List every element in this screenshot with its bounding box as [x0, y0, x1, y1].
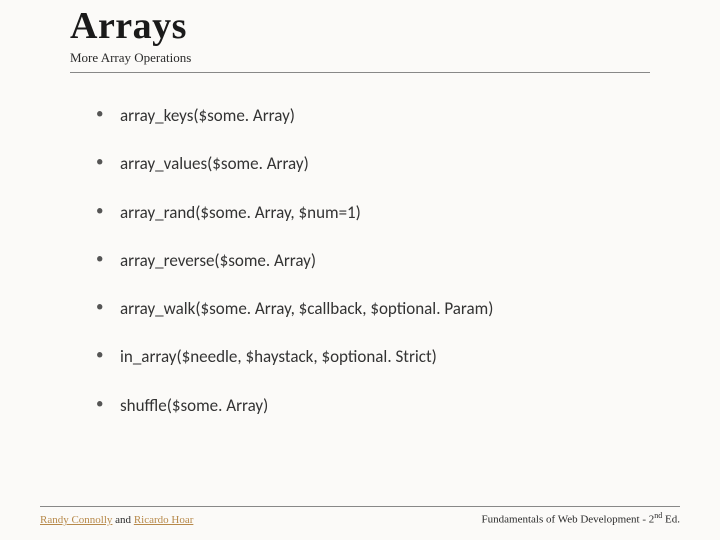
footer-authors: Randy Connolly and Ricardo Hoar	[40, 514, 193, 526]
slide-subtitle: More Array Operations	[70, 50, 650, 66]
list-item-text: array_walk($some. Array, $callback, $opt…	[120, 298, 493, 319]
author-joiner: and	[112, 514, 133, 526]
slide-title: Arrays	[70, 4, 650, 48]
list-item: in_array($needle, $haystack, $optional. …	[96, 346, 650, 367]
author-link-2: Ricardo Hoar	[134, 514, 194, 526]
list-item-text: array_reverse($some. Array)	[120, 250, 316, 271]
bullet-list: array_keys($some. Array) array_values($s…	[96, 105, 650, 416]
list-item: array_keys($some. Array)	[96, 105, 650, 126]
list-item: shuffle($some. Array)	[96, 395, 650, 416]
slide-footer: Randy Connolly and Ricardo Hoar Fundamen…	[0, 506, 720, 526]
list-item: array_values($some. Array)	[96, 153, 650, 174]
footer-divider	[40, 506, 680, 507]
list-item: array_reverse($some. Array)	[96, 250, 650, 271]
slide: Arrays More Array Operations array_keys(…	[0, 0, 720, 540]
footer-book: Fundamentals of Web Development - 2nd Ed…	[482, 511, 680, 526]
list-item-text: in_array($needle, $haystack, $optional. …	[120, 346, 437, 367]
book-suffix: Ed.	[662, 514, 680, 526]
list-item: array_walk($some. Array, $callback, $opt…	[96, 298, 650, 319]
list-item-text: array_keys($some. Array)	[120, 105, 295, 126]
slide-content: array_keys($some. Array) array_values($s…	[0, 73, 720, 416]
list-item: array_rand($some. Array, $num=1)	[96, 202, 650, 223]
slide-header: Arrays More Array Operations	[0, 0, 720, 66]
list-item-text: shuffle($some. Array)	[120, 395, 268, 416]
author-link-1: Randy Connolly	[40, 514, 112, 526]
footer-row: Randy Connolly and Ricardo Hoar Fundamen…	[40, 511, 680, 526]
list-item-text: array_values($some. Array)	[120, 153, 309, 174]
list-item-text: array_rand($some. Array, $num=1)	[120, 202, 361, 223]
book-prefix: Fundamentals of Web Development - 2	[482, 514, 655, 526]
